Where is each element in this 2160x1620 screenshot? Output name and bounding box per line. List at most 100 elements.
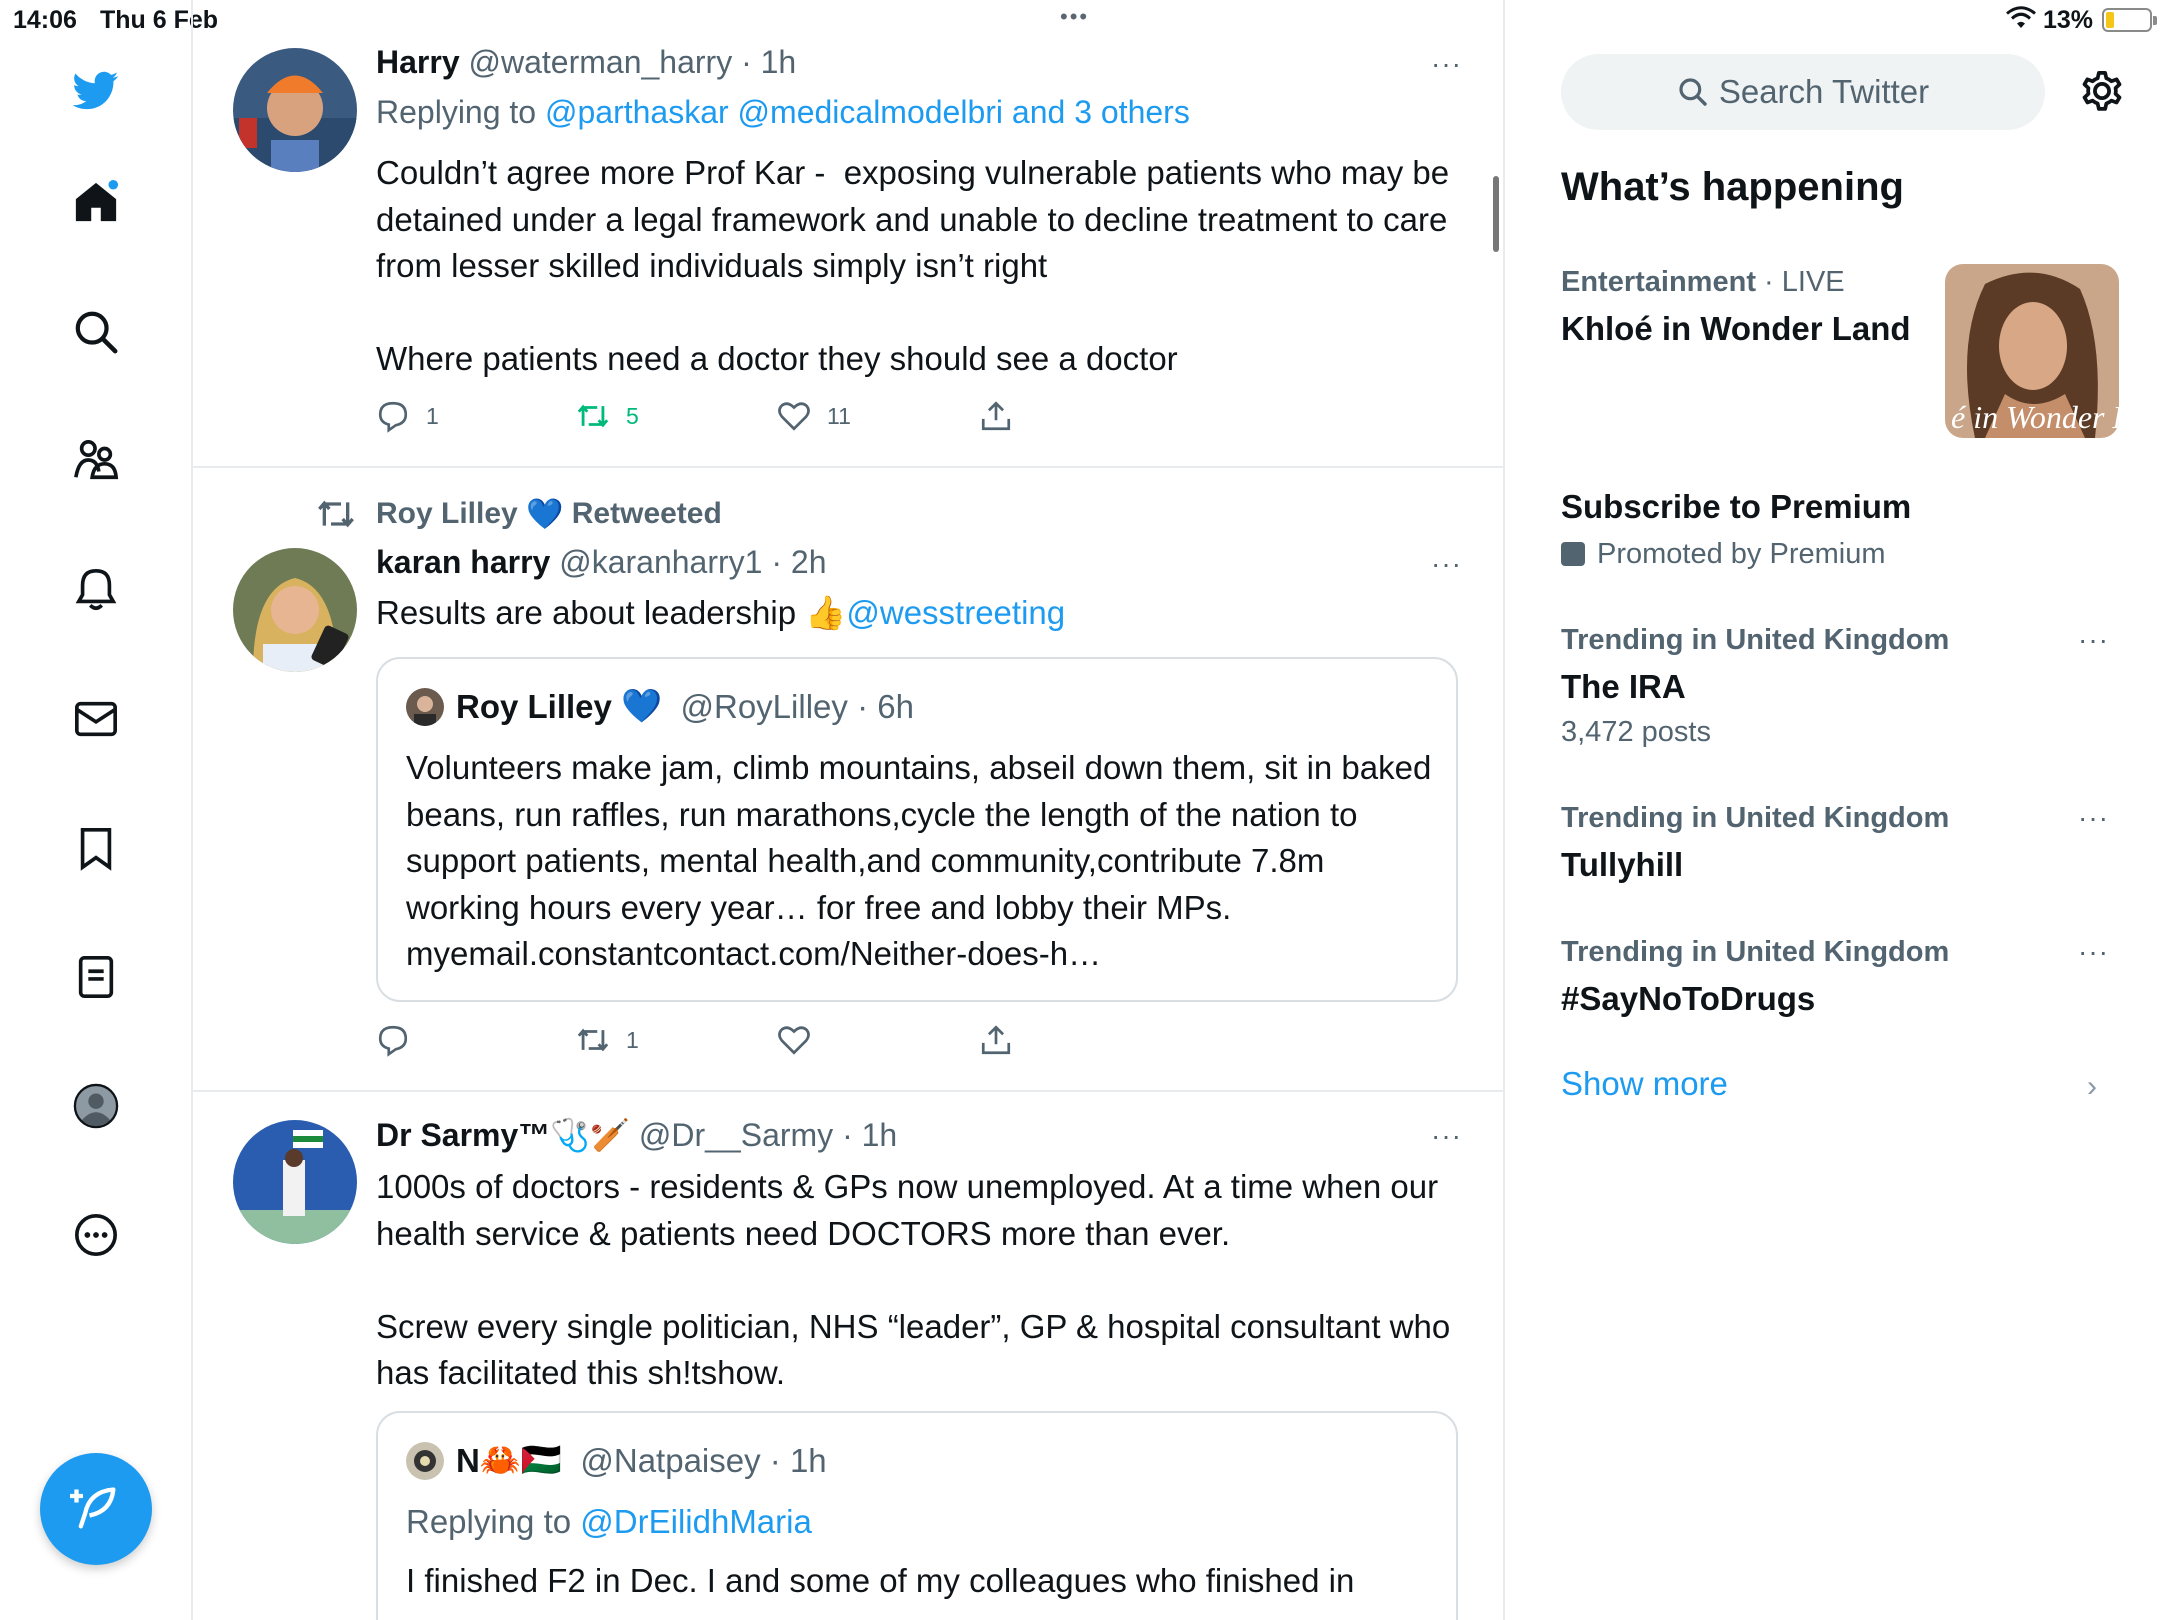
retweeted-label: Retweeted xyxy=(571,497,722,530)
section-heading: What’s happening xyxy=(1561,165,1904,209)
trend-category-label: Entertainment xyxy=(1561,266,1756,298)
share-button[interactable] xyxy=(979,396,1029,436)
chevron-right-icon: › xyxy=(2087,1070,2097,1103)
tweet-time[interactable]: · 2h xyxy=(771,544,826,580)
author-name[interactable]: Harry xyxy=(376,44,460,80)
quoted-author-name: N xyxy=(456,1441,480,1479)
avatar[interactable] xyxy=(233,548,357,672)
trend-title: Tullyhill xyxy=(1561,846,1684,883)
author-handle[interactable]: @karanharry1 xyxy=(559,544,762,580)
left-navigation xyxy=(0,0,193,1620)
quoted-author-emoji: 🦀🇵🇸 xyxy=(479,1441,563,1478)
quoted-tweet-text: I finished F2 in Dec. I and some of my c… xyxy=(406,1562,1355,1599)
notifications-icon[interactable] xyxy=(62,555,130,623)
reply-button[interactable] xyxy=(376,1020,426,1060)
retweet-icon xyxy=(318,500,354,528)
author-name[interactable]: Dr Sarmy™ xyxy=(376,1117,550,1153)
scrollbar-thumb[interactable] xyxy=(1493,176,1499,252)
quoted-author-name: Roy Lilley xyxy=(456,687,612,725)
quoted-tweet[interactable]: N 🦀🇵🇸 @Natpaisey · 1h Replying to @DrEili… xyxy=(376,1411,1458,1620)
messages-icon[interactable] xyxy=(62,685,130,753)
author-name-emoji: 🩺🏏 xyxy=(550,1117,630,1153)
live-label: · LIVE xyxy=(1764,266,1845,298)
reply-button[interactable]: 1 xyxy=(376,396,439,436)
tweet-header: Dr Sarmy™🩺🏏 @Dr__Sarmy · 1h xyxy=(376,1116,897,1154)
retweeted-by: Roy Lilley 💙 Retweeted xyxy=(316,494,722,534)
more-options-button[interactable]: ··· xyxy=(1431,48,1471,79)
home-icon[interactable] xyxy=(62,168,130,236)
trend-category: Trending in United Kingdom xyxy=(1561,936,1949,969)
like-count: 11 xyxy=(827,402,851,429)
quoted-author-handle: @Natpaisey xyxy=(580,1441,761,1479)
retweet-icon xyxy=(577,404,609,428)
compose-icon xyxy=(70,1487,116,1529)
avatar[interactable] xyxy=(233,1120,357,1244)
right-sidebar: Search Twitter What’s happening Entertai… xyxy=(1507,0,2160,1620)
retweeter-name[interactable]: Roy Lilley xyxy=(376,497,518,531)
trend-category-label: Trending in United Kingdom xyxy=(1561,802,1950,834)
trend-category: Entertainment · LIVE xyxy=(1561,266,1845,299)
share-icon xyxy=(981,401,1011,431)
trend-category-label: Trending in United Kingdom xyxy=(1561,936,1950,968)
tweet-header: karan harry @karanharry1 · 2h xyxy=(376,544,826,581)
retweet-button[interactable]: 1 xyxy=(576,1020,639,1060)
retweet-count: 1 xyxy=(626,1026,639,1053)
share-button[interactable] xyxy=(979,1020,1029,1060)
quoted-tweet[interactable]: Roy Lilley 💙 @RoyLilley · 6h Volunteers … xyxy=(376,657,1458,1002)
mention-link[interactable]: @wesstreeting xyxy=(846,594,1065,631)
replying-to-label: Replying to xyxy=(406,1503,572,1540)
author-handle[interactable]: @Dr__Sarmy xyxy=(639,1117,833,1153)
reply-count: 1 xyxy=(426,402,439,429)
trend-category: Trending in United Kingdom xyxy=(1561,802,1949,835)
more-icon[interactable] xyxy=(62,1201,130,1269)
compose-button[interactable] xyxy=(40,1453,152,1565)
more-options-button[interactable]: ··· xyxy=(1431,548,1471,579)
tweet-time[interactable]: · 1h xyxy=(842,1117,897,1153)
more-options-button[interactable]: ··· xyxy=(1431,1120,1471,1151)
tweet-divider xyxy=(193,466,1503,468)
search-input[interactable]: Search Twitter xyxy=(1561,54,2045,130)
retweet-button[interactable]: 5 xyxy=(576,396,639,436)
like-button[interactable]: 11 xyxy=(777,396,851,436)
trend-category-label: Trending in United Kingdom xyxy=(1561,624,1950,656)
quoted-tweet-header: N 🦀🇵🇸 @Natpaisey · 1h xyxy=(406,1441,827,1480)
quoted-tweet-time: · 6h xyxy=(857,687,914,725)
twitter-logo-icon[interactable] xyxy=(62,56,130,124)
tweet-text: Couldn’t agree more Prof Kar - exposing … xyxy=(376,154,1450,377)
like-button[interactable] xyxy=(777,1020,827,1060)
timeline: Harry @waterman_harry · 1h ··· Replying … xyxy=(193,0,1505,1620)
author-name[interactable]: karan harry xyxy=(376,544,550,580)
like-icon xyxy=(778,402,810,431)
author-handle[interactable]: @waterman_harry xyxy=(469,44,733,80)
like-icon xyxy=(778,1026,810,1055)
tweet-divider xyxy=(193,1090,1503,1092)
profile-icon[interactable] xyxy=(62,1072,130,1140)
trend-more-button[interactable]: ··· xyxy=(2078,624,2109,656)
quoted-tweet-header: Roy Lilley 💙 @RoyLilley · 6h xyxy=(406,687,914,726)
replying-to-label: Replying to xyxy=(376,94,537,130)
settings-gear-icon[interactable] xyxy=(2077,66,2127,116)
avatar[interactable] xyxy=(233,48,357,172)
lists-icon[interactable] xyxy=(62,943,130,1011)
quoted-avatar xyxy=(406,1441,444,1480)
communities-icon[interactable] xyxy=(62,426,130,494)
trend-title: The IRA xyxy=(1561,668,1686,705)
trend-more-button[interactable]: ··· xyxy=(2078,802,2109,834)
retweet-icon xyxy=(577,1028,609,1052)
replying-to-link[interactable]: @parthaskar @medicalmodelbri and 3 other… xyxy=(545,94,1190,130)
promoted-label: Promoted by Premium xyxy=(1561,538,1886,571)
trend-thumbnail: é in Wonder L xyxy=(1945,264,2119,438)
trend-more-button[interactable]: ··· xyxy=(2078,936,2109,968)
promoted-icon xyxy=(1561,542,1585,566)
show-more-link[interactable]: Show more xyxy=(1561,1065,1728,1103)
replying-to-link[interactable]: @DrEilidhMaria xyxy=(580,1503,812,1540)
tweet-time[interactable]: · 1h xyxy=(741,44,796,80)
quoted-author-handle: @RoyLilley xyxy=(680,687,848,725)
blue-heart-icon: 💙 xyxy=(621,687,663,724)
search-icon[interactable] xyxy=(62,298,130,366)
bookmarks-icon[interactable] xyxy=(62,814,130,882)
share-icon xyxy=(981,1025,1011,1055)
search-placeholder: Search Twitter xyxy=(1718,73,1930,110)
blue-heart-icon: 💙 xyxy=(526,497,564,531)
promoted-text: Promoted by Premium xyxy=(1597,538,1886,570)
